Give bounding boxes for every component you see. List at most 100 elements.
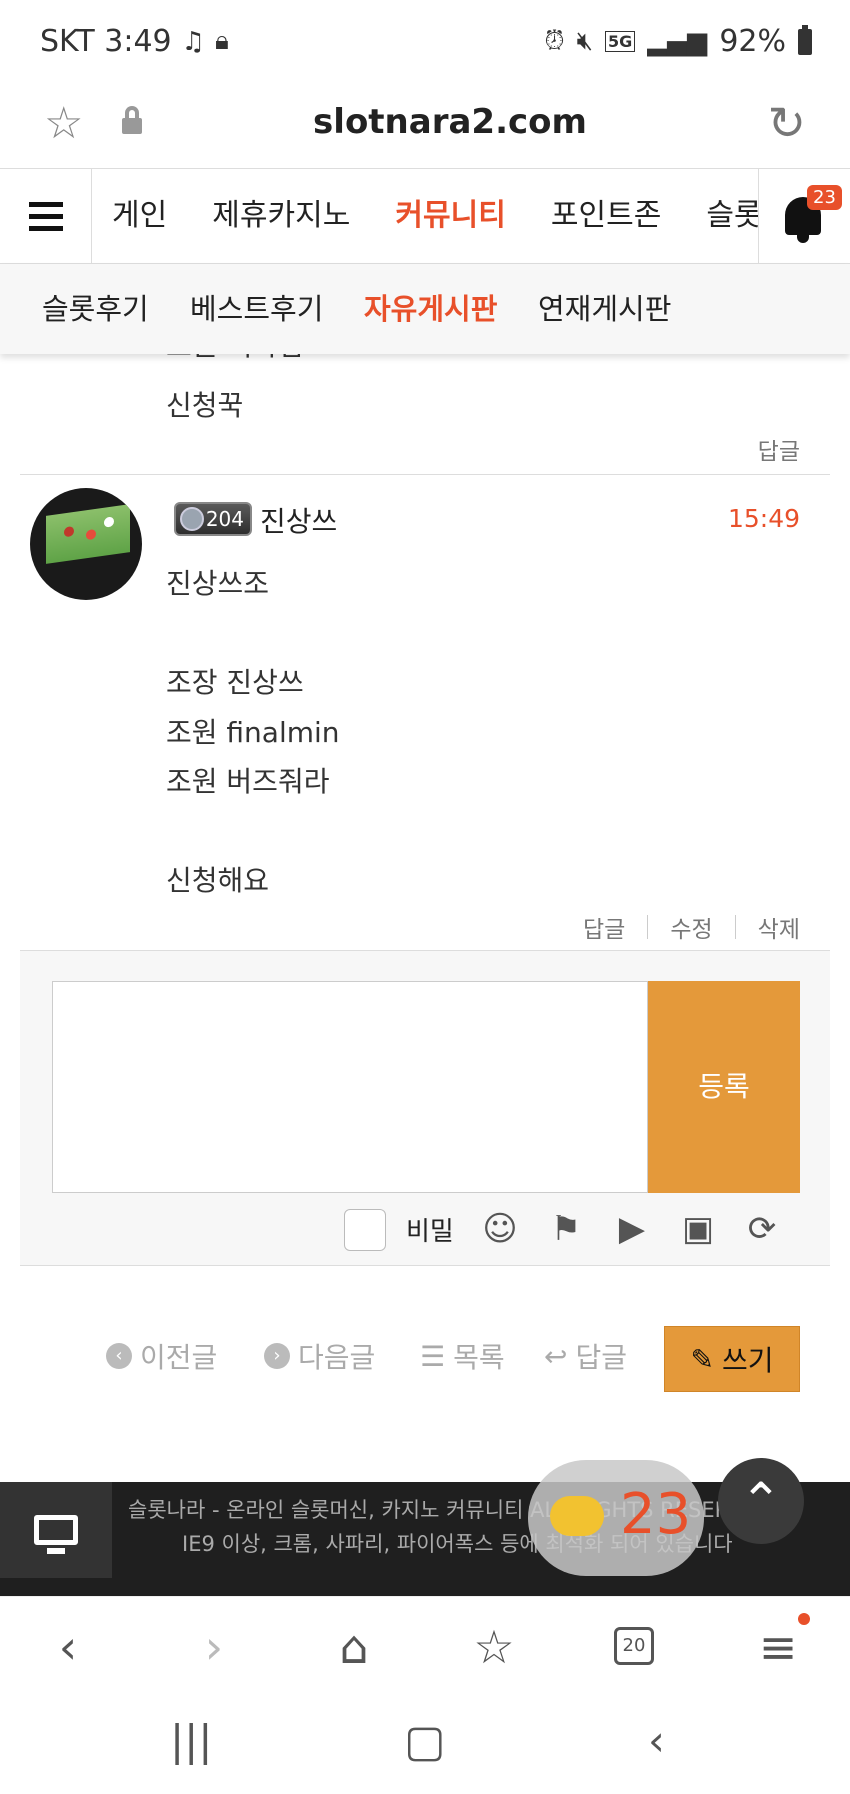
menu-notification-dot bbox=[798, 1613, 810, 1625]
nav-item-slot[interactable]: 슬롯리 bbox=[706, 169, 758, 263]
nav-item-community[interactable]: 커뮤니티 bbox=[395, 169, 505, 263]
delete-link[interactable]: 삭제 bbox=[758, 910, 800, 944]
prev-post-button[interactable]: ‹ 이전글 bbox=[106, 1336, 217, 1376]
comment-line: 조원 finalmin bbox=[166, 715, 340, 749]
signal-icon: ▂▄▆ bbox=[647, 26, 708, 57]
lock-status-icon: 🔒︎ bbox=[214, 26, 229, 56]
submit-button[interactable]: 등록 bbox=[648, 981, 800, 1193]
nav-item-point-zone[interactable]: 포인트존 bbox=[551, 169, 661, 263]
android-nav-bar: ||| ▢ ‹ bbox=[0, 1696, 850, 1794]
comment-line bbox=[166, 807, 340, 857]
alarm-icon: ⏰︎ bbox=[544, 26, 565, 56]
sub-nav-free-board[interactable]: 자유게시판 bbox=[364, 264, 497, 354]
sub-nav-serial-board[interactable]: 연재게시판 bbox=[538, 264, 671, 354]
url-text[interactable]: slotnara2.com bbox=[0, 102, 850, 142]
home-button-icon[interactable]: ▢ bbox=[404, 1716, 446, 1767]
music-icon: ♫ bbox=[181, 26, 205, 57]
main-nav: 게인 제휴카지노 커뮤니티 포인트존 슬롯리 23 bbox=[0, 168, 850, 264]
list-icon: ☰ bbox=[420, 1339, 446, 1373]
prev-comment-line: 신청꾹 bbox=[166, 389, 244, 422]
comment-line: 진상쓰조 bbox=[166, 567, 270, 600]
emoticon-icon[interactable]: ☺ bbox=[480, 1209, 520, 1249]
tabs-button[interactable]: 20 bbox=[614, 1627, 654, 1665]
recents-icon[interactable]: ||| bbox=[170, 1716, 212, 1765]
chevron-right-icon: › bbox=[264, 1343, 290, 1369]
status-bar: SKT 3:49 ♫ 🔒︎ ⏰︎ 🔇︎ 5G ▂▄▆ 92% bbox=[0, 0, 850, 84]
chevron-up-icon: ⌃ bbox=[740, 1472, 782, 1530]
reply-link[interactable]: 답글 bbox=[583, 910, 625, 944]
reply-post-label: 답글 bbox=[575, 1341, 627, 1374]
comment-form: 등록 비밀 ☺ ⚑ ▶ ▣ ⟳ bbox=[20, 951, 830, 1265]
image-icon[interactable]: ▣ bbox=[678, 1209, 718, 1249]
monitor-icon bbox=[34, 1515, 78, 1554]
video-icon[interactable]: ▶ bbox=[612, 1209, 652, 1249]
sub-nav-best-review[interactable]: 베스트후기 bbox=[190, 264, 323, 354]
level-number: 204 bbox=[205, 507, 244, 531]
divider bbox=[20, 474, 830, 475]
comment-line: 조장 진상쓰 bbox=[166, 666, 304, 699]
chevron-left-icon: ‹ bbox=[106, 1343, 132, 1369]
comment-body: 진상쓰조 조장 진상쓰 조원 finalmin 조원 버즈줘라 신청해요 bbox=[166, 559, 340, 906]
pencil-icon: ✎ bbox=[690, 1342, 714, 1376]
mute-icon: 🔇︎ bbox=[576, 26, 594, 56]
level-emblem-icon bbox=[180, 507, 204, 531]
browser-toolbar: ‹ › ⌂ ☆ 20 ≡ bbox=[0, 1596, 850, 1696]
scroll-top-button[interactable]: ⌃ bbox=[718, 1458, 804, 1544]
reply-arrow-icon: ↩ bbox=[544, 1339, 568, 1373]
chat-button[interactable]: 23 bbox=[528, 1460, 704, 1576]
comment-time: 15:49 bbox=[727, 504, 800, 533]
menu-more-icon[interactable]: ≡ bbox=[748, 1617, 808, 1677]
separator bbox=[647, 915, 649, 939]
form-tools: 비밀 ☺ ⚑ ▶ ▣ ⟳ bbox=[20, 1195, 830, 1265]
comment-line: 조원 버즈줘라 bbox=[166, 765, 330, 798]
chat-icon bbox=[550, 1496, 604, 1536]
reload-icon[interactable]: ↻ bbox=[767, 96, 806, 150]
comment-author[interactable]: 진상쓰 bbox=[260, 500, 337, 540]
comment-section: 조원 띠사귐 신청꾹 답글 204 진상쓰 15:49 진상쓰조 조장 진상쓰 … bbox=[0, 354, 850, 1484]
comment-line: 신청해요 bbox=[166, 864, 270, 897]
nav-item-game[interactable]: 게인 bbox=[112, 169, 167, 263]
write-label: 쓰기 bbox=[721, 1344, 774, 1377]
next-post-label: 다음글 bbox=[298, 1341, 376, 1374]
bookmarks-icon[interactable]: ☆ bbox=[464, 1617, 524, 1677]
battery-icon bbox=[798, 24, 812, 55]
flag-icon[interactable]: ⚑ bbox=[546, 1209, 586, 1249]
forward-icon[interactable]: › bbox=[184, 1617, 244, 1677]
prev-comment-line: 조원 띠사귐 bbox=[166, 354, 304, 364]
network-type: 5G bbox=[605, 31, 636, 52]
notification-badge: 23 bbox=[807, 185, 842, 210]
list-button[interactable]: ☰ 목록 bbox=[420, 1336, 505, 1376]
comment-actions: 답글 수정 삭제 bbox=[583, 910, 800, 944]
secret-checkbox[interactable] bbox=[344, 1209, 386, 1251]
battery-percent: 92% bbox=[719, 24, 786, 59]
comment-input[interactable] bbox=[52, 981, 648, 1193]
url-bar: ☆ slotnara2.com ↻ bbox=[0, 84, 850, 168]
edit-link[interactable]: 수정 bbox=[670, 910, 712, 944]
chat-count: 23 bbox=[620, 1482, 692, 1547]
comment-line bbox=[166, 609, 340, 659]
reply-post-button[interactable]: ↩ 답글 bbox=[544, 1336, 627, 1376]
back-icon[interactable]: ‹ bbox=[38, 1617, 98, 1677]
carrier-time: SKT 3:49 bbox=[40, 24, 172, 59]
sub-nav: 슬롯후기 베스트후기 자유게시판 연재게시판 bbox=[0, 264, 850, 354]
next-post-button[interactable]: › 다음글 bbox=[264, 1336, 375, 1376]
home-icon[interactable]: ⌂ bbox=[324, 1617, 384, 1677]
avatar[interactable] bbox=[30, 488, 142, 600]
refresh-icon[interactable]: ⟳ bbox=[742, 1209, 782, 1249]
separator bbox=[734, 915, 736, 939]
sub-nav-slot-review[interactable]: 슬롯후기 bbox=[42, 264, 149, 354]
prev-reply-link[interactable]: 답글 bbox=[758, 432, 800, 466]
menu-icon[interactable] bbox=[0, 169, 92, 263]
nav-item-partner-casino[interactable]: 제휴카지노 bbox=[212, 169, 350, 263]
write-button[interactable]: ✎ 쓰기 bbox=[664, 1326, 800, 1392]
secret-label: 비밀 bbox=[406, 1217, 454, 1247]
prev-post-label: 이전글 bbox=[140, 1341, 218, 1374]
main-nav-items: 게인 제휴카지노 커뮤니티 포인트존 슬롯리 bbox=[92, 169, 758, 263]
list-label: 목록 bbox=[453, 1341, 505, 1374]
post-nav: ‹ 이전글 › 다음글 ☰ 목록 ↩ 답글 ✎ 쓰기 bbox=[0, 1326, 850, 1398]
pc-version-button[interactable] bbox=[0, 1482, 112, 1578]
back-button-icon[interactable]: ‹ bbox=[648, 1716, 665, 1765]
divider bbox=[20, 1265, 830, 1266]
level-badge: 204 bbox=[174, 502, 252, 536]
notification-button[interactable]: 23 bbox=[758, 169, 850, 263]
